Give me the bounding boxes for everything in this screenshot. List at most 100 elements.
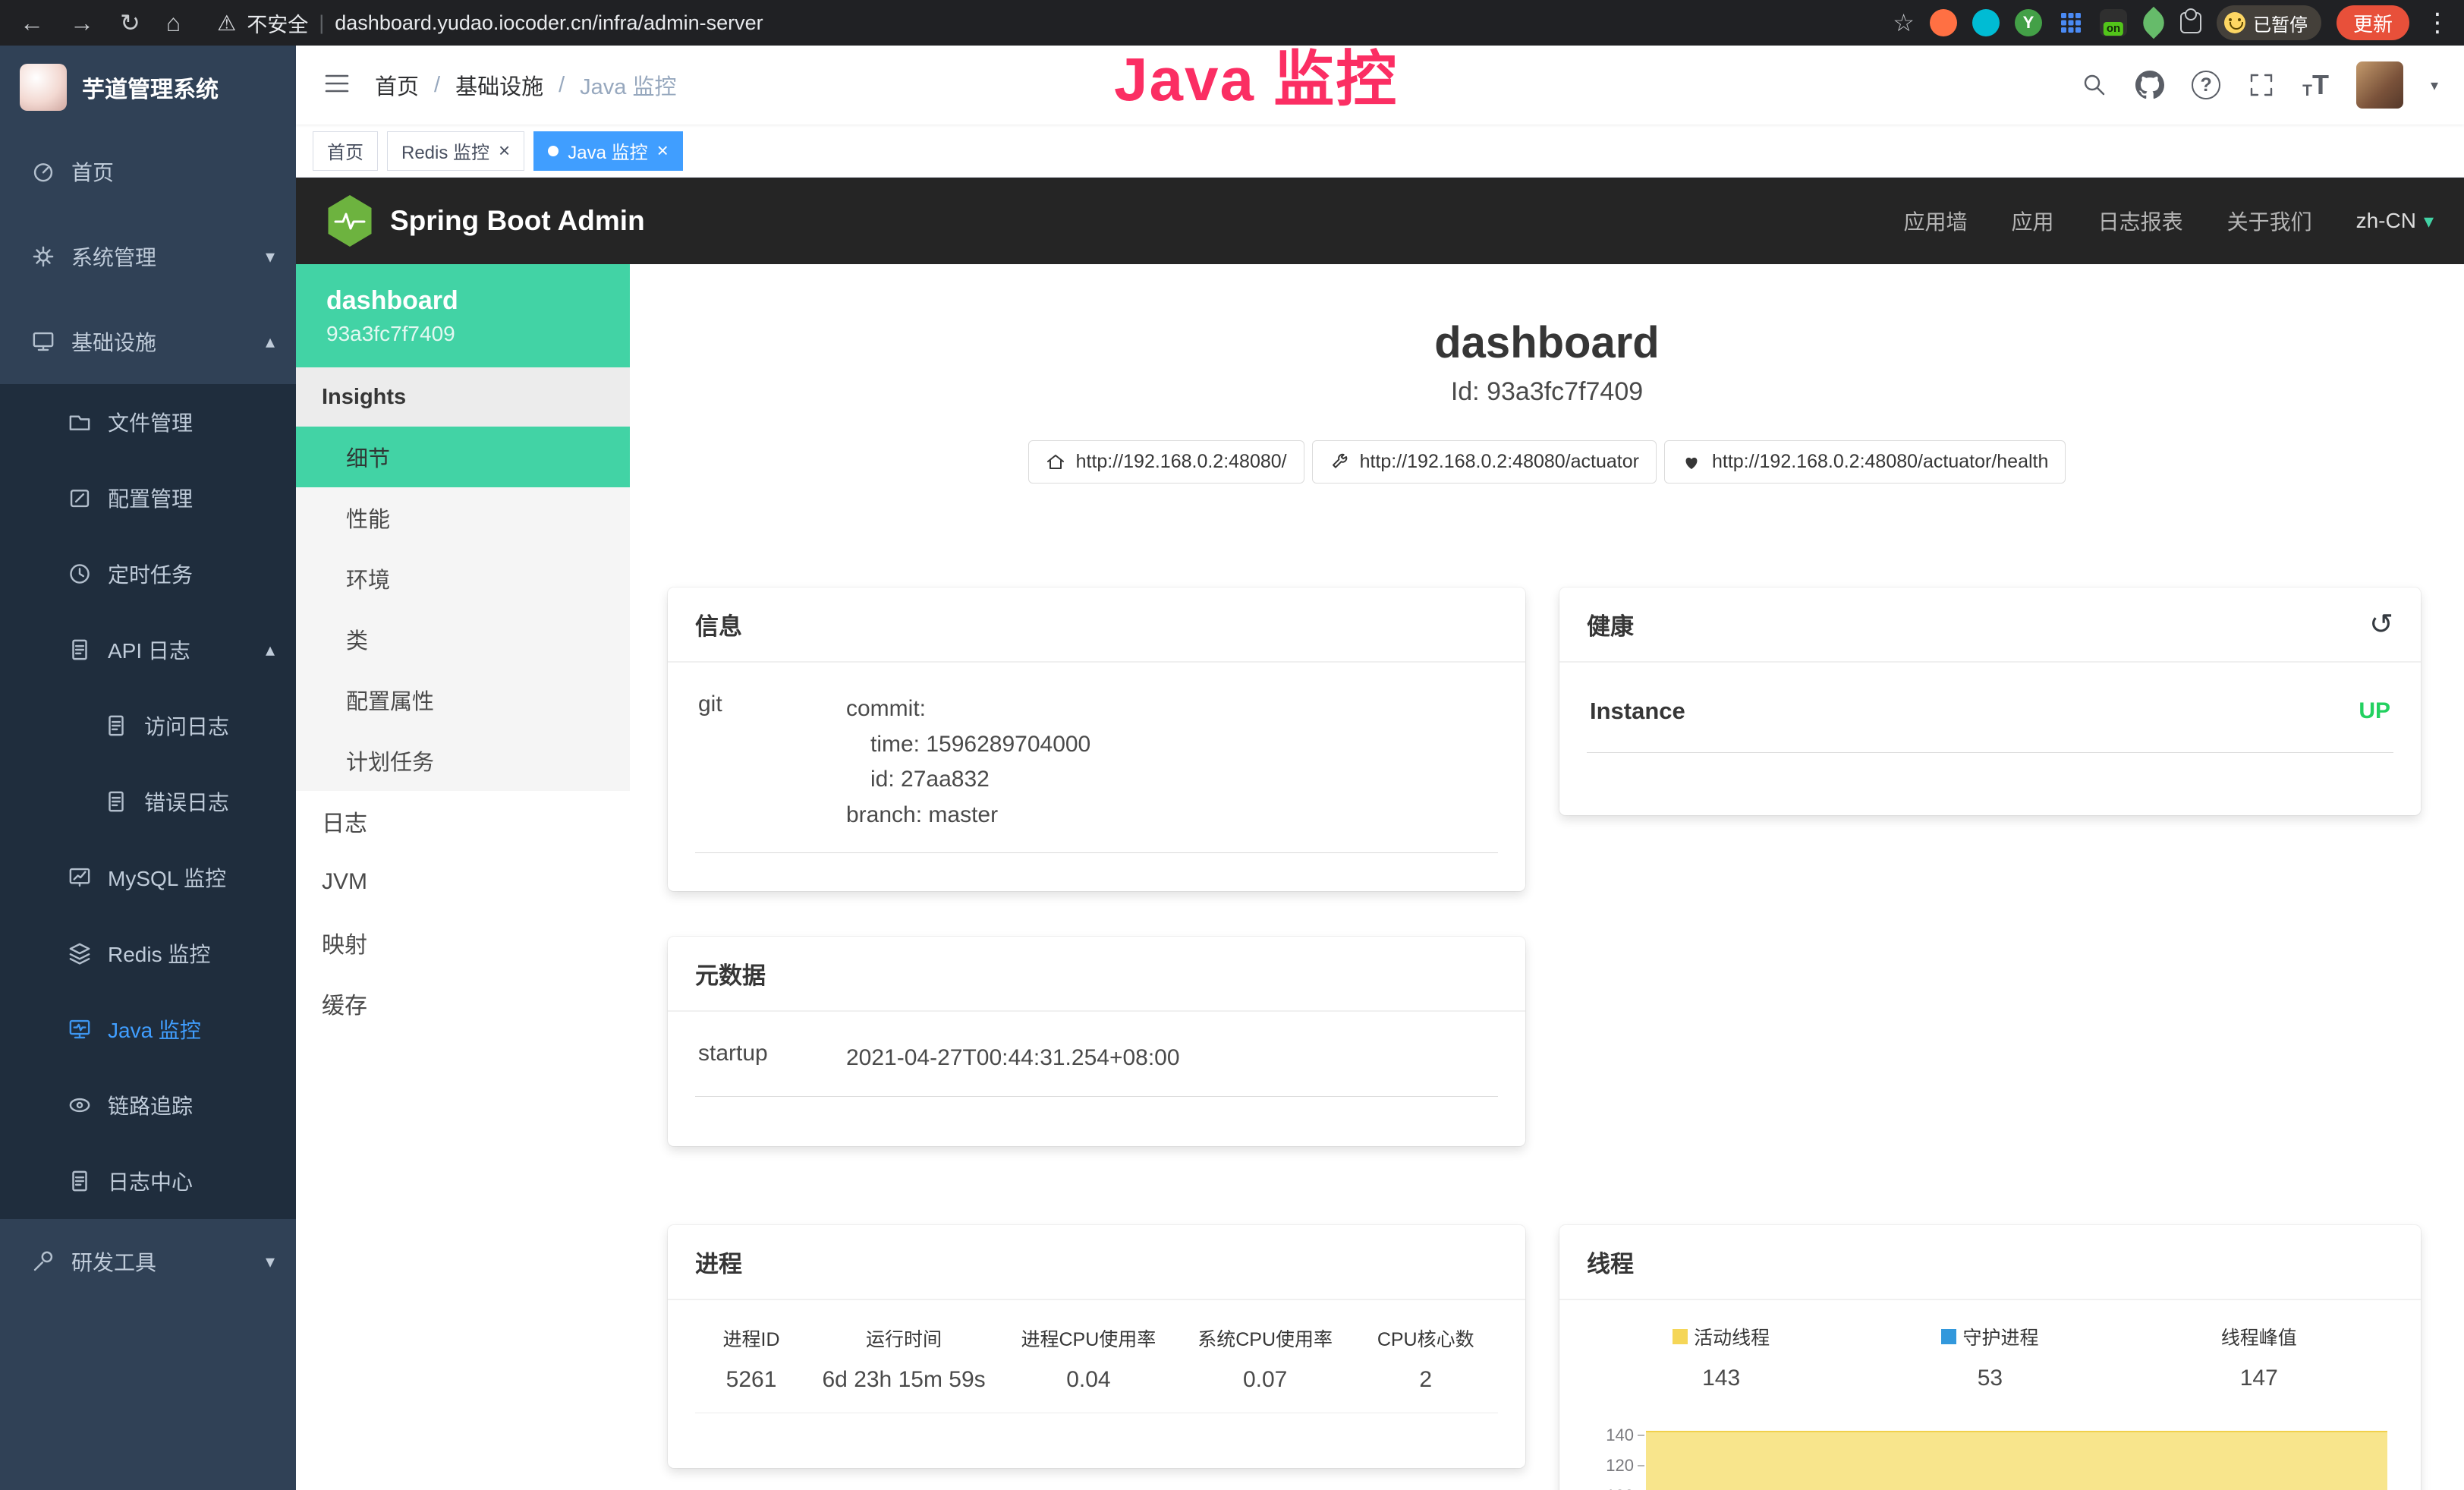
sba-brand[interactable]: Spring Boot Admin xyxy=(390,205,645,237)
sba-menu-scheduled-tasks[interactable]: 计划任务 xyxy=(296,730,630,791)
breadcrumb-infra[interactable]: 基础设施 xyxy=(455,69,543,101)
font-size-icon[interactable] xyxy=(2302,71,2329,99)
sidebar-item-redis-monitor[interactable]: Redis 监控 xyxy=(0,915,296,991)
metadata-card-title: 元数据 xyxy=(668,937,1525,1012)
tools-icon xyxy=(30,1249,56,1274)
address-separator xyxy=(319,11,324,35)
sba-menu-environment[interactable]: 环境 xyxy=(296,548,630,609)
hamburger-icon[interactable] xyxy=(322,68,352,102)
browser-forward-icon[interactable] xyxy=(70,11,94,35)
peak-threads-label: 线程峰值 xyxy=(2221,1323,2297,1350)
monitor-icon xyxy=(30,329,56,354)
spring-boot-logo-icon[interactable] xyxy=(326,195,373,247)
process-col-proc-cpu: 进程CPU使用率 xyxy=(1000,1325,1177,1352)
service-url-button[interactable]: http://192.168.0.2:48080/ xyxy=(1028,440,1304,484)
sba-nav-wallboard[interactable]: 应用墙 xyxy=(1904,206,1968,236)
sidebar-item-log-center[interactable]: 日志中心 xyxy=(0,1143,296,1219)
sidebar-menu: 首页 系统管理 基础设施 文件管理 配置管 xyxy=(0,129,296,1304)
sidebar-item-scheduled-jobs[interactable]: 定时任务 xyxy=(0,536,296,612)
home-icon xyxy=(1046,452,1065,472)
browser-menu-icon[interactable] xyxy=(2425,10,2450,36)
sidebar-item-home[interactable]: 首页 xyxy=(0,129,296,214)
browser-back-icon[interactable] xyxy=(20,11,44,35)
sidebar-item-error-log[interactable]: 错误日志 xyxy=(0,764,296,840)
chevron-down-icon xyxy=(266,1251,275,1273)
address-bar[interactable]: 不安全 dashboard.yudao.iocoder.cn/infra/adm… xyxy=(217,8,1893,38)
process-pid-value: 5261 xyxy=(695,1367,807,1393)
user-avatar[interactable] xyxy=(2356,61,2403,109)
extension-drop-icon[interactable] xyxy=(1972,9,2000,36)
sba-navbar: Spring Boot Admin 应用墙 应用 日志报表 关于我们 zh-CN xyxy=(296,178,2464,264)
info-card: 信息 git commit: time: 1596289704000 id: 2… xyxy=(668,587,1525,891)
tab-home[interactable]: 首页 xyxy=(313,131,378,171)
sba-menu-details[interactable]: 细节 xyxy=(296,427,630,487)
sidebar-item-file-management[interactable]: 文件管理 xyxy=(0,384,296,460)
sidebar-item-config-management[interactable]: 配置管理 xyxy=(0,460,296,536)
threads-chart-plot xyxy=(1644,1420,2393,1490)
history-icon[interactable] xyxy=(2369,607,2393,641)
avatar-dropdown-icon[interactable] xyxy=(2431,76,2438,95)
metadata-card: 元数据 startup 2021-04-27T00:44:31.254+08:0… xyxy=(668,937,1525,1146)
sidebar-item-dev-tools[interactable]: 研发工具 xyxy=(0,1219,296,1304)
github-icon[interactable] xyxy=(2135,71,2164,99)
paused-label: 已暂停 xyxy=(2253,10,2308,36)
metadata-startup-row: startup 2021-04-27T00:44:31.254+08:00 xyxy=(695,1019,1498,1097)
sba-nav-journal[interactable]: 日志报表 xyxy=(2098,206,2183,236)
tab-redis-monitor[interactable]: Redis 监控 xyxy=(387,131,524,171)
threads-chart-y-axis: 140 120 100 xyxy=(1587,1420,1644,1490)
search-icon[interactable] xyxy=(2081,71,2108,99)
sba-menu-config-properties[interactable]: 配置属性 xyxy=(296,669,630,730)
sidebar-item-api-log[interactable]: API 日志 xyxy=(0,612,296,688)
actuator-url-button[interactable]: http://192.168.0.2:48080/actuator xyxy=(1312,440,1657,484)
tab-java-monitor[interactable]: Java 监控 xyxy=(533,131,683,171)
help-icon[interactable] xyxy=(2192,71,2220,99)
chevron-down-icon xyxy=(266,246,275,268)
eye-icon xyxy=(67,1092,93,1118)
sba-menu-logs[interactable]: 日志 xyxy=(296,791,630,852)
sba-language-select[interactable]: zh-CN xyxy=(2356,209,2434,233)
url-text[interactable]: dashboard.yudao.iocoder.cn/infra/admin-s… xyxy=(335,11,763,35)
sidebar-item-java-monitor[interactable]: Java 监控 xyxy=(0,991,296,1067)
extension-orange-icon[interactable] xyxy=(1930,9,1957,36)
sba-menu-caches[interactable]: 缓存 xyxy=(296,973,630,1034)
java-monitor-icon xyxy=(67,1016,93,1042)
sba-menu-classes[interactable]: 类 xyxy=(296,609,630,669)
extension-grid-icon[interactable] xyxy=(2057,9,2085,36)
extension-y-icon[interactable] xyxy=(2015,9,2042,36)
browser-home-icon[interactable] xyxy=(166,11,181,35)
sidebar-item-access-log[interactable]: 访问日志 xyxy=(0,688,296,764)
daemon-threads-swatch xyxy=(1941,1329,1956,1344)
tab-label: Redis 监控 xyxy=(401,137,489,164)
sidebar-item-trace[interactable]: 链路追踪 xyxy=(0,1067,296,1143)
live-threads-value: 143 xyxy=(1587,1366,1855,1391)
git-time-line: time: 1596289704000 xyxy=(846,727,1090,763)
bookmark-star-icon[interactable] xyxy=(1893,11,1915,35)
document-icon xyxy=(103,789,129,814)
sba-nav-about[interactable]: 关于我们 xyxy=(2227,206,2312,236)
sidebar-item-mysql-monitor[interactable]: MySQL 监控 xyxy=(0,840,296,915)
tab-close-icon[interactable] xyxy=(499,139,510,162)
sba-nav-applications[interactable]: 应用 xyxy=(2012,206,2054,236)
extension-leaf-icon[interactable] xyxy=(2138,7,2170,39)
health-url-button[interactable]: http://192.168.0.2:48080/actuator/health xyxy=(1664,440,2066,484)
sidebar-item-system[interactable]: 系统管理 xyxy=(0,214,296,299)
sidebar-item-infra[interactable]: 基础设施 xyxy=(0,299,296,384)
health-instance-row[interactable]: Instance UP xyxy=(1587,670,2393,753)
browser-reload-icon[interactable] xyxy=(120,11,140,35)
sba-menu-jvm[interactable]: JVM xyxy=(296,852,630,912)
tab-label: 首页 xyxy=(327,137,363,164)
sba-menu-mappings[interactable]: 映射 xyxy=(296,912,630,973)
extension-on-badge-icon[interactable]: on xyxy=(2100,9,2127,36)
profile-paused-badge[interactable]: 已暂停 xyxy=(2217,5,2321,40)
metadata-key: startup xyxy=(698,1041,846,1076)
live-threads-area xyxy=(1646,1431,2387,1490)
sba-instance-header[interactable]: dashboard 93a3fc7f7409 xyxy=(296,264,630,367)
extensions-puzzle-icon[interactable] xyxy=(2180,12,2201,33)
update-button[interactable]: 更新 xyxy=(2337,5,2409,40)
tab-close-icon[interactable] xyxy=(657,139,669,162)
breadcrumb-home[interactable]: 首页 xyxy=(375,69,419,101)
sba-menu-performance[interactable]: 性能 xyxy=(296,487,630,548)
fullscreen-icon[interactable] xyxy=(2248,71,2275,99)
sidebar: 芋道管理系统 首页 系统管理 基础设施 xyxy=(0,46,296,1490)
daemon-threads-value: 53 xyxy=(1855,1366,2124,1391)
